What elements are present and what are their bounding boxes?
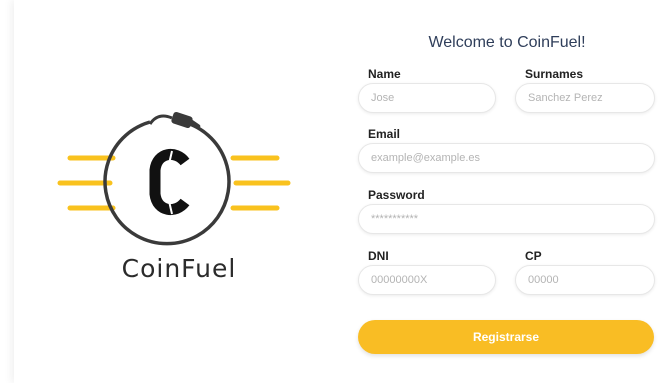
name-label: Name <box>368 67 401 81</box>
email-label: Email <box>368 127 401 141</box>
dni-input[interactable] <box>358 265 496 295</box>
password-label: Password <box>368 188 425 202</box>
email-input[interactable] <box>358 143 655 173</box>
speed-lines <box>57 155 291 211</box>
name-input[interactable] <box>358 83 496 113</box>
password-input[interactable] <box>358 204 655 234</box>
cp-label: CP <box>525 249 542 263</box>
dni-label: DNI <box>368 249 389 263</box>
fuel-nozzle <box>171 111 201 130</box>
surnames-label: Surnames <box>525 67 584 81</box>
register-button[interactable]: Registrarse <box>358 320 654 354</box>
brand-name: CoinFuel <box>121 254 237 283</box>
form-title: Welcome to CoinFuel! <box>428 34 586 51</box>
surnames-input[interactable] <box>515 83 655 113</box>
cp-input[interactable] <box>515 265 655 295</box>
